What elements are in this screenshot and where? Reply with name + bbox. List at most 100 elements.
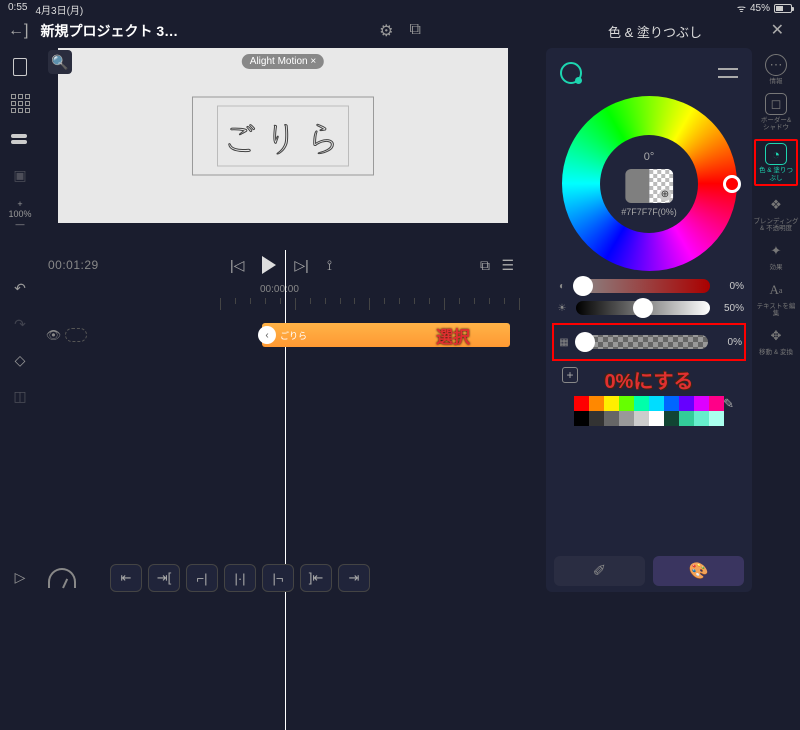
play-outline-icon[interactable]: ▷ [9,566,31,588]
status-date: 4月3日(月) [35,2,83,14]
saturation-icon: ◐ [554,281,570,292]
speed-gauge-icon[interactable] [48,568,76,588]
close-icon[interactable]: ✕ [771,20,784,40]
track-row: 👁 ‹ ごりら 選択 [40,320,520,350]
bottom-bar: ⇤ ⇥[ ⌐| |·| |¬ ]⇤ ⇥ [40,564,520,592]
swatch-cell[interactable] [679,411,694,426]
current-color-swatch[interactable]: ⊕ [625,169,673,203]
info-tab[interactable]: ⋯情報 [754,54,798,85]
settings-icon[interactable]: ⚙ [379,21,393,41]
layers-tool-icon[interactable] [9,128,31,150]
back-icon[interactable]: ←] [8,22,28,40]
skip-end-icon[interactable]: ▷| [294,257,308,274]
timeline-ruler[interactable]: 00:00:00 [40,284,520,314]
split-left-icon[interactable]: ⌐| [186,564,218,592]
hex-readout: #7F7F7F(0%) [621,207,677,217]
hue-wheel[interactable]: 0° ⊕ #7F7F7F(0%) [562,96,737,271]
lightness-slider[interactable]: ☀ 50% [554,301,744,315]
text-element[interactable]: ごりら [192,96,374,175]
magnify-icon[interactable]: 🔍 [48,50,72,74]
edit-text-tab[interactable]: Aaテキストを編集 [754,279,798,317]
zoom-readout[interactable]: + 100% — [9,200,31,230]
canvas-area: 🔍 Alight Motion × ごりら [48,48,518,248]
swatch-cell[interactable] [694,396,709,411]
canvas[interactable]: Alight Motion × ごりら [58,48,508,223]
effects-tab[interactable]: ✦効果 [754,240,798,271]
share-icon[interactable]: ⧉ [409,21,420,41]
blending-tab[interactable]: ❖ブレンディング & 不透明度 [754,194,798,232]
solid-color-tab[interactable] [560,62,582,84]
timeline: 00:01:29 |◁ ▷| ⟟ ⧉ ☰ 00:00:00 👁 ‹ ごりら 選択 [40,250,520,550]
swatch-cell[interactable] [709,411,724,426]
alpha-slider[interactable]: ▦ 0% [556,335,742,349]
trim-end-icon[interactable]: ⇥ [338,564,370,592]
swatch-cell[interactable] [574,396,589,411]
transform-tab[interactable]: ✥移動 & 変換 [754,325,798,356]
trim-out-icon[interactable]: ]⇤ [300,564,332,592]
swatch-cell[interactable] [619,411,634,426]
swatch-cell[interactable] [634,411,649,426]
camera-tool-icon[interactable]: ▣ [9,164,31,186]
border-shadow-tab[interactable]: ◻ボーダー& シャドウ [754,93,798,131]
trim-start-icon[interactable]: ⇤ [110,564,142,592]
left-toolbar: ▣ + 100% — ↶ ↷ ◇ ◫ ▷ [0,48,40,600]
hue-handle[interactable] [723,175,741,193]
split-right-icon[interactable]: |¬ [262,564,294,592]
swatch-cell[interactable] [604,396,619,411]
swatch-cell[interactable] [649,411,664,426]
swatch-cell[interactable] [709,396,724,411]
undo-icon[interactable]: ↶ [9,278,31,300]
split-icon[interactable]: |·| [224,564,256,592]
trim-in-icon[interactable]: ⇥[ [148,564,180,592]
project-title[interactable]: 新規プロジェクト 3… [40,21,178,41]
mask-tool-icon[interactable]: ◫ [9,386,31,408]
swatch-cell[interactable] [589,396,604,411]
grid-tool-icon[interactable] [9,92,31,114]
play-button[interactable] [262,256,276,274]
swatch-cell[interactable] [664,396,679,411]
panel-title: 色 & 塗りつぶし [608,22,702,41]
battery-pct: 45% [750,3,770,14]
right-sidebar: ⋯情報 ◻ボーダー& シャドウ ◔色 & 塗りつぶし ❖ブレンディング & 不透… [752,48,800,600]
swatch-cell[interactable] [589,411,604,426]
battery-icon [774,4,792,13]
add-swatch-button[interactable]: + [562,367,578,383]
header: ←] 新規プロジェクト 3… ⚙ ⧉ 色 & 塗りつぶし ✕ [0,16,800,46]
edit-swatches-icon[interactable]: ✎ [723,396,734,412]
swatch-cell[interactable] [604,411,619,426]
skip-start-icon[interactable]: |◁ [230,257,244,274]
clip-handle-left[interactable]: ‹ [258,326,276,344]
track-thumb[interactable] [65,328,87,342]
status-time: 0:55 [8,2,27,14]
swatch-cell[interactable] [619,396,634,411]
color-fill-tab[interactable]: ◔色 & 塗りつぶし [754,139,798,185]
card-tool-icon[interactable] [9,56,31,78]
clip-label: ごりら [280,329,307,342]
watermark-badge[interactable]: Alight Motion × [242,54,324,69]
swatch-cell[interactable] [574,411,589,426]
alpha-icon: ▦ [556,337,572,348]
keyframe-icon[interactable]: ◇ [9,350,31,372]
swatch-cell[interactable] [634,396,649,411]
menu-lines-icon[interactable]: ☰ [501,257,514,274]
add-color-icon[interactable]: ⊕ [659,189,671,201]
swatch-cell[interactable] [679,396,694,411]
adjust-sliders-icon[interactable] [718,66,738,80]
swatch-cell[interactable] [664,411,679,426]
copy-icon[interactable]: ⧉ [480,257,490,274]
timecode: 00:01:29 [48,258,99,272]
brightness-icon: ☀ [554,303,570,314]
color-fill-panel: 0° ⊕ #7F7F7F(0%) ◐ 0% ☀ 50% ▦ 0% + 0%にする… [546,48,752,592]
eyedropper-button[interactable]: ✐ [554,556,645,586]
visibility-icon[interactable]: 👁 [46,328,61,342]
clip[interactable]: ‹ ごりら 選択 [262,323,510,347]
saturation-slider[interactable]: ◐ 0% [554,279,744,293]
palette-button[interactable]: 🎨 [653,556,744,586]
swatch-cell[interactable] [694,411,709,426]
annotation-alpha: 0%にする [554,365,744,394]
annotation-select: 選択 [436,323,470,348]
swatch-cell[interactable] [649,396,664,411]
wifi-icon: ᯤ [737,1,746,15]
bookmark-icon[interactable]: ⟟ [327,257,332,274]
redo-icon[interactable]: ↷ [9,314,31,336]
